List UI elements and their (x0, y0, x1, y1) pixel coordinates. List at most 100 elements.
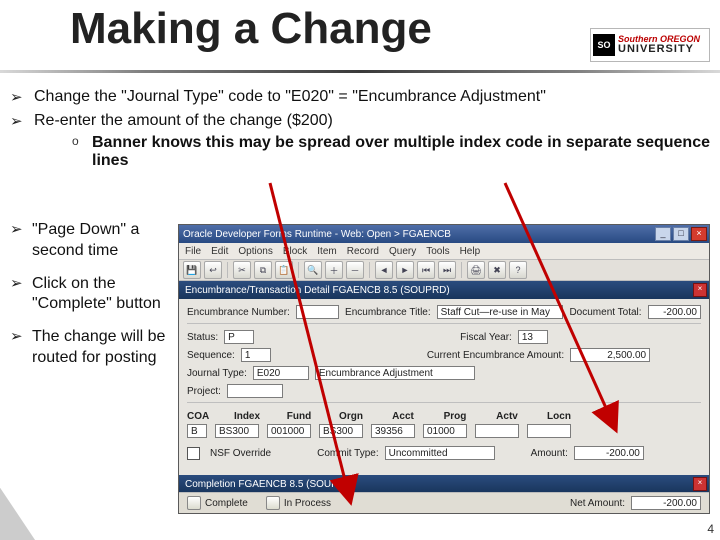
commit-type-label: Commit Type: (317, 448, 379, 459)
toolbar-paste-icon[interactable]: 📋 (275, 261, 293, 279)
toolbar-sep (298, 262, 299, 278)
hdr-fund: Fund (277, 411, 321, 422)
toolbar-cut-icon[interactable]: ✂ (233, 261, 251, 279)
coa-header: COA (187, 411, 217, 422)
cur-enc-amount-label: Current Encumbrance Amount: (427, 350, 564, 361)
hdr-index: Index (225, 411, 269, 422)
nsf-override-checkbox[interactable] (187, 447, 200, 460)
window-close-button[interactable]: × (691, 227, 707, 241)
in-process-label: In Process (284, 498, 331, 509)
toolbar-prev-icon[interactable]: ◄ (375, 261, 393, 279)
divider (187, 323, 701, 324)
decorative-triangle (0, 484, 47, 540)
toolbar-sep (227, 262, 228, 278)
banner-window: Oracle Developer Forms Runtime - Web: Op… (178, 224, 710, 514)
fiscal-year-label: Fiscal Year: (460, 332, 512, 343)
toolbar-rollback-icon[interactable]: ↩ (204, 261, 222, 279)
menu-tools[interactable]: Tools (426, 246, 449, 257)
in-process-button[interactable]: In Process (266, 496, 331, 510)
form-close-button[interactable]: × (693, 283, 707, 297)
toolbar-help-icon[interactable]: ? (509, 261, 527, 279)
toolbar-sep (461, 262, 462, 278)
enc-title-label: Encumbrance Title: (345, 307, 431, 318)
hdr-acct: Acct (381, 411, 425, 422)
journal-type-desc: Encumbrance Adjustment (315, 366, 475, 380)
locn-field[interactable] (527, 424, 571, 438)
university-logo: SO Southern OREGON UNIVERSITY (590, 28, 710, 62)
enc-title-field[interactable]: Staff Cut—re-use in May (437, 305, 564, 319)
in-process-icon (266, 496, 280, 510)
sequence-field[interactable]: 1 (241, 348, 271, 362)
status-field[interactable]: P (224, 330, 254, 344)
bullet-5: The change will be routed for posting (32, 327, 182, 369)
toolbar-search-icon[interactable]: 🔍 (304, 261, 322, 279)
menu-item[interactable]: Item (317, 246, 336, 257)
doc-total-label: Document Total: (569, 307, 641, 318)
menu-file[interactable]: File (185, 246, 201, 257)
toolbar-exit-icon[interactable]: ✖ (488, 261, 506, 279)
toolbar-remove-icon[interactable]: － (346, 261, 364, 279)
toolbar-next-icon[interactable]: ► (396, 261, 414, 279)
cur-enc-amount-field: 2,500.00 (570, 348, 650, 362)
amount-label: Amount: (531, 448, 568, 459)
fund-field[interactable]: 001000 (267, 424, 311, 438)
title-underline (0, 70, 720, 73)
hdr-actv: Actv (485, 411, 529, 422)
window-maximize-button[interactable]: □ (673, 227, 689, 241)
index-field[interactable]: BS300 (215, 424, 259, 438)
menu-help[interactable]: Help (460, 246, 481, 257)
prog-field[interactable]: 01000 (423, 424, 467, 438)
window-minimize-button[interactable]: _ (655, 227, 671, 241)
amount-field[interactable]: -200.00 (574, 446, 644, 460)
window-titlebar: Oracle Developer Forms Runtime - Web: Op… (179, 225, 709, 243)
toolbar: 💾 ↩ ✂ ⧉ 📋 🔍 ＋ － ◄ ► ⏮ ⏭ 🖨 ✖ ? (179, 260, 709, 281)
toolbar-first-icon[interactable]: ⏮ (417, 261, 435, 279)
complete-button[interactable]: Complete (187, 496, 248, 510)
journal-type-label: Journal Type: (187, 368, 247, 379)
bullet-2: Re-enter the amount of the change ($200)… (32, 112, 710, 170)
slide-title: Making a Change (70, 4, 432, 54)
completion-close-button[interactable]: × (693, 477, 707, 491)
enc-number-label: Encumbrance Number: (187, 307, 290, 318)
hdr-prog: Prog (433, 411, 477, 422)
net-amount-field: -200.00 (631, 496, 701, 510)
toolbar-save-icon[interactable]: 💾 (183, 261, 201, 279)
window-title-text: Oracle Developer Forms Runtime - Web: Op… (183, 229, 451, 240)
net-amount-label: Net Amount: (570, 498, 625, 509)
enc-number-field[interactable] (296, 305, 339, 319)
completion-bar: Complete In Process Net Amount: -200.00 (179, 492, 709, 513)
divider (187, 402, 701, 403)
project-field[interactable] (227, 384, 283, 398)
logo-badge: SO (593, 34, 615, 56)
project-label: Project: (187, 386, 221, 397)
bullet-2-text: Re-enter the amount of the change ($200) (34, 112, 333, 129)
completion-header: Completion FGAENCB 8.5 (SOUPRD) × (179, 475, 709, 493)
sequence-label: Sequence: (187, 350, 235, 361)
acct-field[interactable]: 39356 (371, 424, 415, 438)
bullet-2-sub: Banner knows this may be spread over mul… (92, 134, 710, 170)
actv-field[interactable] (475, 424, 519, 438)
menu-record[interactable]: Record (347, 246, 379, 257)
commit-type-field[interactable]: Uncommitted (385, 446, 495, 460)
bullet-4: Click on the "Complete" button (32, 274, 182, 316)
toolbar-last-icon[interactable]: ⏭ (438, 261, 456, 279)
form-header-text: Encumbrance/Transaction Detail FGAENCB 8… (185, 285, 450, 296)
complete-label: Complete (205, 498, 248, 509)
orgn-field[interactable]: BS300 (319, 424, 363, 438)
menu-query[interactable]: Query (389, 246, 416, 257)
toolbar-copy-icon[interactable]: ⧉ (254, 261, 272, 279)
toolbar-print-icon[interactable]: 🖨 (467, 261, 485, 279)
menu-block[interactable]: Block (283, 246, 307, 257)
complete-icon (187, 496, 201, 510)
menu-edit[interactable]: Edit (211, 246, 228, 257)
menubar: File Edit Options Block Item Record Quer… (179, 243, 709, 260)
fiscal-year-field[interactable]: 13 (518, 330, 548, 344)
menu-options[interactable]: Options (238, 246, 272, 257)
doc-total-field: -200.00 (648, 305, 701, 319)
toolbar-sep (369, 262, 370, 278)
journal-type-field[interactable]: E020 (253, 366, 309, 380)
bullet-1: Change the "Journal Type" code to "E020"… (32, 88, 710, 106)
toolbar-insert-icon[interactable]: ＋ (325, 261, 343, 279)
coa-field[interactable]: B (187, 424, 207, 438)
slide-number: 4 (707, 522, 714, 536)
